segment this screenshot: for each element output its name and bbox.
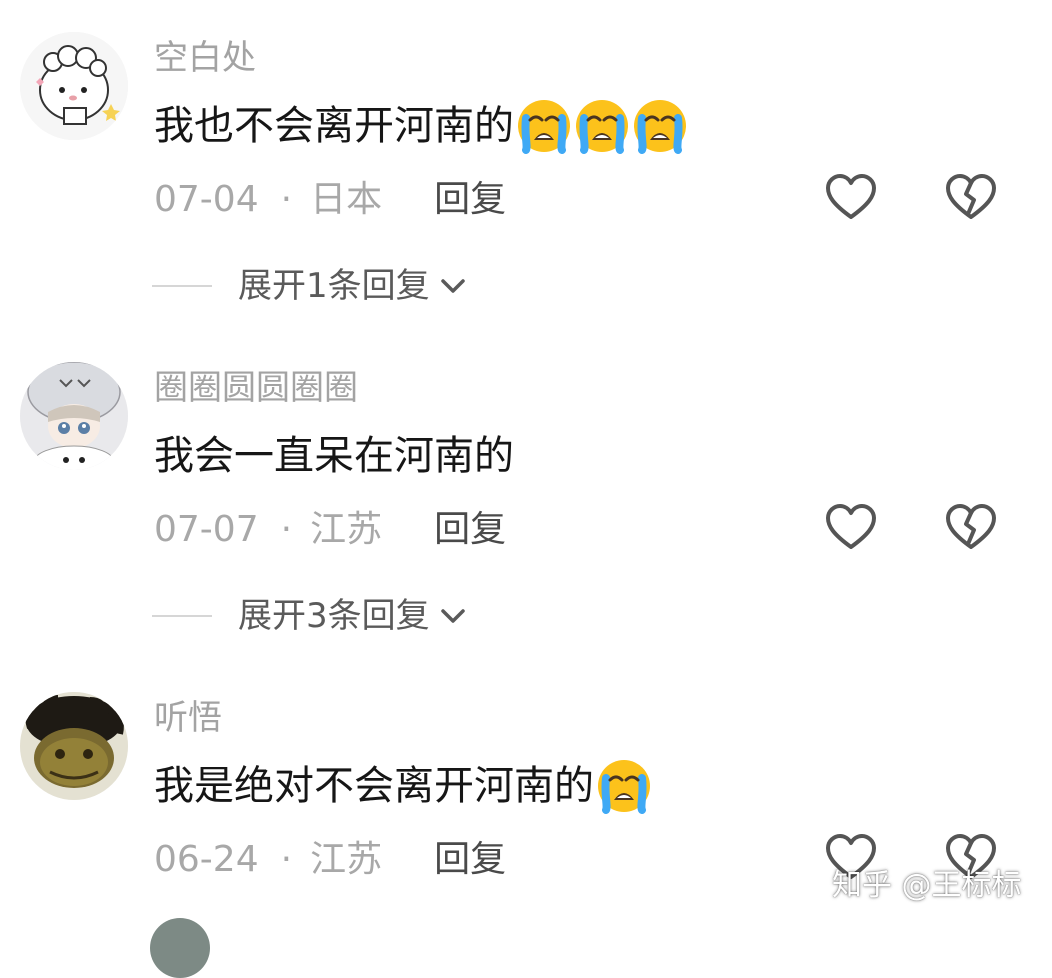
- expand-replies-button[interactable]: 展开1条回复: [152, 264, 470, 308]
- avatar[interactable]: [20, 362, 128, 470]
- username[interactable]: 圈圈圆圆圈圈: [154, 366, 358, 410]
- comment-text-body: 我会一直呆在河南的: [154, 433, 514, 479]
- like-heart-icon[interactable]: [823, 500, 879, 556]
- watermark: 知乎 @王标标: [832, 868, 1022, 903]
- avatar[interactable]: [20, 32, 128, 140]
- divider: [152, 285, 212, 287]
- comment-text: 我也不会离开河南的: [154, 98, 688, 154]
- loudly-crying-face-icon: [516, 98, 572, 154]
- meta-separator: ·: [280, 509, 293, 550]
- reply-button[interactable]: 回复: [434, 178, 506, 222]
- loudly-crying-face-icon: [632, 98, 688, 154]
- broken-heart-icon[interactable]: [943, 500, 999, 556]
- comment-date: 06-24: [154, 839, 259, 880]
- comment-meta: 07-07 · 江苏 回复: [154, 508, 506, 552]
- comment-meta: 06-24 · 江苏 回复: [154, 838, 506, 882]
- comment-location: 江苏: [310, 509, 383, 550]
- avatar[interactable]: [20, 692, 128, 800]
- divider: [152, 615, 212, 617]
- next-comment-avatar[interactable]: [150, 918, 210, 978]
- username[interactable]: 空白处: [154, 36, 256, 80]
- chevron-down-icon: [436, 599, 470, 633]
- expand-replies-button[interactable]: 展开3条回复: [152, 594, 470, 638]
- meta-separator: ·: [280, 179, 293, 220]
- loudly-crying-face-icon: [596, 758, 652, 814]
- comment-location: 江苏: [310, 839, 383, 880]
- like-heart-icon[interactable]: [823, 170, 879, 226]
- comment-date: 07-07: [154, 509, 259, 550]
- comment-location: 日本: [310, 179, 383, 220]
- loudly-crying-face-icon: [574, 98, 630, 154]
- comment-meta: 07-04 · 日本 回复: [154, 178, 506, 222]
- reply-button[interactable]: 回复: [434, 508, 506, 552]
- chevron-down-icon: [436, 269, 470, 303]
- comment-text-body: 我也不会离开河南的: [154, 103, 514, 149]
- reply-button[interactable]: 回复: [434, 838, 506, 882]
- comment-date: 07-04: [154, 179, 259, 220]
- broken-heart-icon[interactable]: [943, 170, 999, 226]
- username[interactable]: 听悟: [154, 696, 222, 740]
- comment-text: 我会一直呆在河南的: [154, 428, 514, 484]
- comment-text: 我是绝对不会离开河南的: [154, 758, 652, 814]
- meta-separator: ·: [280, 839, 293, 880]
- expand-replies-label: 展开3条回复: [238, 596, 430, 636]
- comment-text-body: 我是绝对不会离开河南的: [154, 763, 594, 809]
- expand-replies-label: 展开1条回复: [238, 266, 430, 306]
